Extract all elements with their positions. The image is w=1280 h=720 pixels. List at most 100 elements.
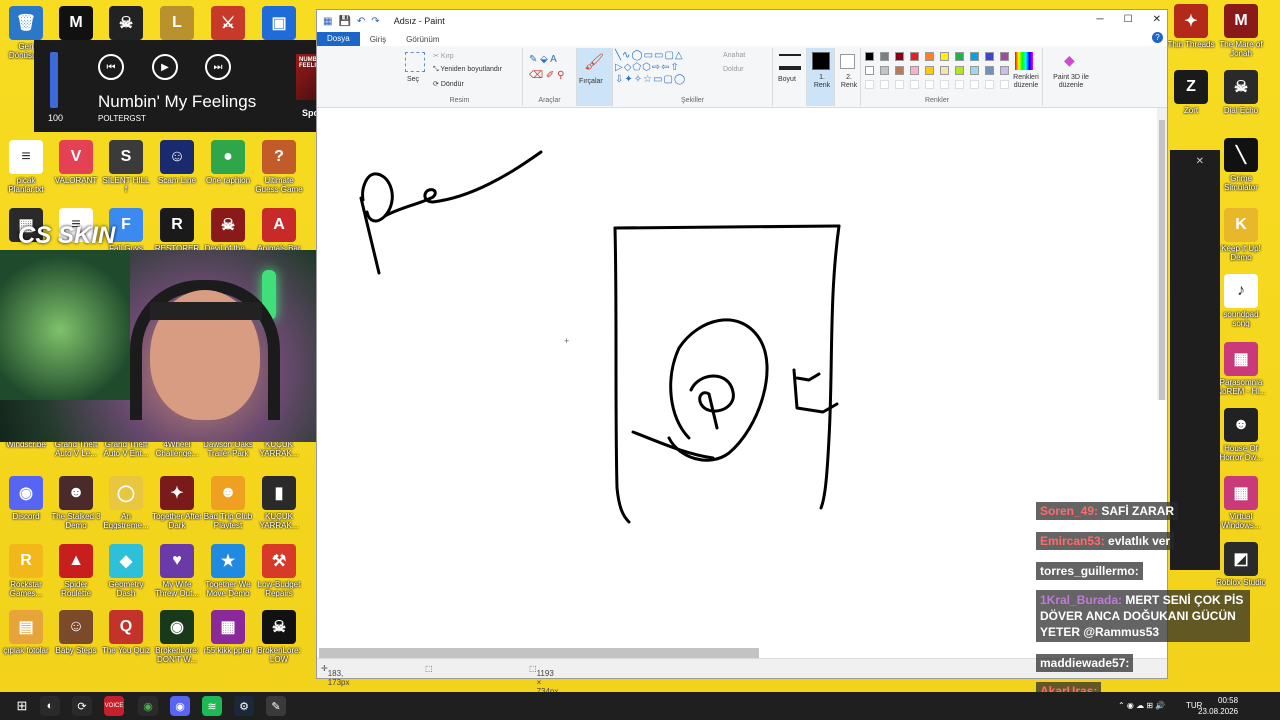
paint3d-button[interactable]: ◆ Paint 3D ile düzenle (1047, 48, 1095, 106)
palette-color-swatch[interactable] (985, 66, 994, 75)
play-icon[interactable]: ▶ (152, 54, 178, 80)
clock[interactable]: 00:58 23.08.2026 (1198, 695, 1238, 717)
desktop-icon[interactable]: K Keep it Up! Demo (1216, 208, 1266, 262)
close-button[interactable]: ✕ (1153, 14, 1161, 25)
palette-color-swatch[interactable] (925, 52, 934, 61)
maximize-button[interactable]: ☐ (1124, 14, 1133, 25)
paint-taskbar-icon[interactable]: ✎ (266, 696, 286, 716)
palette-color-swatch[interactable] (925, 66, 934, 75)
desktop-icon[interactable]: ◆ Geometry Dash (101, 544, 151, 598)
desktop-icon[interactable]: ◩ Roblox Studio (1216, 542, 1266, 596)
desktop-icon[interactable]: ★ Together We Move Demo (203, 544, 253, 598)
desktop-icon[interactable]: V VALORANT (51, 140, 101, 194)
desktop-icon[interactable]: R Rockstar Games... (1, 544, 51, 598)
desktop-icon[interactable]: ▲ Spider Roulette (51, 544, 101, 598)
close-icon[interactable]: ✕ (1196, 156, 1204, 167)
select-icon[interactable] (405, 52, 425, 72)
shapes-gallery[interactable]: ╲∿◯▭▭▢△ ▷◇⬠⬡⇨⇦⇧ ⇩✦✧☆▭▢◯ (615, 50, 686, 86)
palette-color-swatch[interactable] (955, 66, 964, 75)
desktop-icon[interactable]: ♥ My Wife Threw Out... (152, 544, 202, 598)
palette-color-swatch[interactable] (970, 66, 979, 75)
taskbar-app-icon[interactable]: ◐ (40, 696, 60, 716)
tray-icons[interactable]: ⌃ ◉ ☁ ⊞ 🔊 (1118, 701, 1165, 710)
desktop-icon[interactable]: ⚒ Low-Budget Repairs (254, 544, 304, 598)
rotate-button[interactable]: ⟳ Döndür (433, 80, 464, 88)
tools-icons[interactable]: ✎ ⬙ A (529, 54, 557, 65)
size-button[interactable]: Boyut (773, 48, 807, 106)
palette-empty-swatch[interactable] (880, 80, 889, 89)
palette-empty-swatch[interactable] (970, 80, 979, 89)
palette-color-swatch[interactable] (910, 66, 919, 75)
spotify-icon[interactable]: ≋ (202, 696, 222, 716)
discord-icon[interactable]: ◉ (170, 696, 190, 716)
tab-view[interactable]: Görünüm (396, 35, 449, 44)
desktop-icon[interactable]: ? Ultimate Guess Game (254, 140, 304, 194)
crop-button[interactable]: ✂ Kırp (433, 52, 454, 60)
palette-color-swatch[interactable] (865, 66, 874, 75)
desktop-icon[interactable]: ♪ soundpad song (1216, 274, 1266, 328)
horizontal-scrollbar[interactable] (319, 648, 759, 658)
palette-color-swatch[interactable] (940, 52, 949, 61)
desktop-icon[interactable]: ≡ picak Planlar.txt (1, 140, 51, 194)
palette-empty-swatch[interactable] (940, 80, 949, 89)
desktop-icon[interactable]: ◉ BrokenLore: DON'T W... (152, 610, 202, 664)
volume-bar[interactable] (50, 52, 58, 108)
palette-empty-swatch[interactable] (955, 80, 964, 89)
vertical-scrollbar[interactable] (1157, 108, 1167, 400)
palette-color-swatch[interactable] (865, 52, 874, 61)
next-icon[interactable]: ⏭ (205, 54, 231, 80)
steam-icon[interactable]: ⚙ (234, 696, 254, 716)
desktop-icon[interactable]: S SILENT HILL f (101, 140, 151, 194)
vertical-scroll-thumb[interactable] (1159, 120, 1165, 400)
drawing-canvas[interactable]: + (319, 108, 1157, 660)
desktop-icon[interactable]: ● One raphion (203, 140, 253, 194)
palette-empty-swatch[interactable] (910, 80, 919, 89)
desktop-icon[interactable]: ▦ r55 kikk pprar (203, 610, 253, 664)
resize-button[interactable]: ⤡ Yeniden boyutlandır (433, 66, 502, 74)
color2-button[interactable]: 2. Renk (835, 48, 861, 106)
fill-button[interactable]: Doldur (723, 66, 744, 73)
desktop-icon[interactable]: ✦ Together After Dark (152, 476, 202, 530)
palette-color-swatch[interactable] (895, 66, 904, 75)
desktop-icon[interactable]: ▦ Parasomnia NoREM - Hi... (1216, 342, 1266, 396)
desktop-icon[interactable]: ☻ The Stalked 3 Demo (51, 476, 101, 530)
palette-empty-swatch[interactable] (925, 80, 934, 89)
desktop-icon[interactable]: ☠ BrokenLore: LOW (254, 610, 304, 664)
desktop-icon[interactable]: ☻ Bad Trip Club Playtest (203, 476, 253, 530)
desktop-icon[interactable]: Z Zort (1166, 70, 1216, 124)
previous-icon[interactable]: ⏮ (98, 54, 124, 80)
voicemeeter-icon[interactable]: VOICE (104, 696, 124, 716)
palette-empty-swatch[interactable] (865, 80, 874, 89)
help-icon[interactable]: ? (1152, 32, 1163, 43)
desktop-icon[interactable]: ▦ Virtual Windows... (1216, 476, 1266, 530)
undo-icon[interactable]: ↶ (357, 16, 365, 27)
desktop-icon[interactable]: ☺ Scam Line (152, 140, 202, 194)
tab-home[interactable]: Giriş (360, 35, 396, 44)
desktop-icon[interactable]: Q The You Quiz (101, 610, 151, 664)
desktop-icon[interactable]: ▤ çıplak fotolar (1, 610, 51, 664)
desktop-icon[interactable]: ✦ Thin Threads (1166, 4, 1216, 58)
desktop-icon[interactable]: ☺ Baby Steps (51, 610, 101, 664)
desktop-icon[interactable]: ╲ Grime Simulator (1216, 138, 1266, 192)
edit-colors-button[interactable]: Renkleri düzenle (1007, 48, 1043, 106)
color1-button[interactable]: 1. Renk (807, 48, 835, 106)
taskbar-app-icon[interactable]: ⟳ (72, 696, 92, 716)
palette-color-swatch[interactable] (985, 52, 994, 61)
palette-color-swatch[interactable] (910, 52, 919, 61)
redo-icon[interactable]: ↷ (371, 16, 379, 27)
desktop-icon[interactable]: ◯ An Eggstreme... (101, 476, 151, 530)
minimize-button[interactable]: ─ (1097, 14, 1104, 25)
outline-button[interactable]: Anahat (723, 52, 745, 59)
paint-titlebar[interactable]: ▦ 💾 ↶ ↷ Adsız - Paint (317, 10, 1167, 32)
eraser-picker-icons[interactable]: ⌫ ✐ ⚲ (529, 70, 564, 81)
save-icon[interactable]: 💾 (338, 16, 350, 27)
start-windows-icon[interactable]: ⊞ (12, 696, 32, 716)
chrome-icon[interactable]: ◉ (138, 696, 158, 716)
palette-empty-swatch[interactable] (985, 80, 994, 89)
palette-empty-swatch[interactable] (895, 80, 904, 89)
palette-color-swatch[interactable] (880, 66, 889, 75)
desktop-icon[interactable]: ◉ Discord (1, 476, 51, 530)
select-button[interactable]: Seç (407, 76, 419, 83)
tab-file[interactable]: Dosya (317, 32, 360, 46)
desktop-icon[interactable]: ☻ House Of Horror Ow... (1216, 408, 1266, 462)
